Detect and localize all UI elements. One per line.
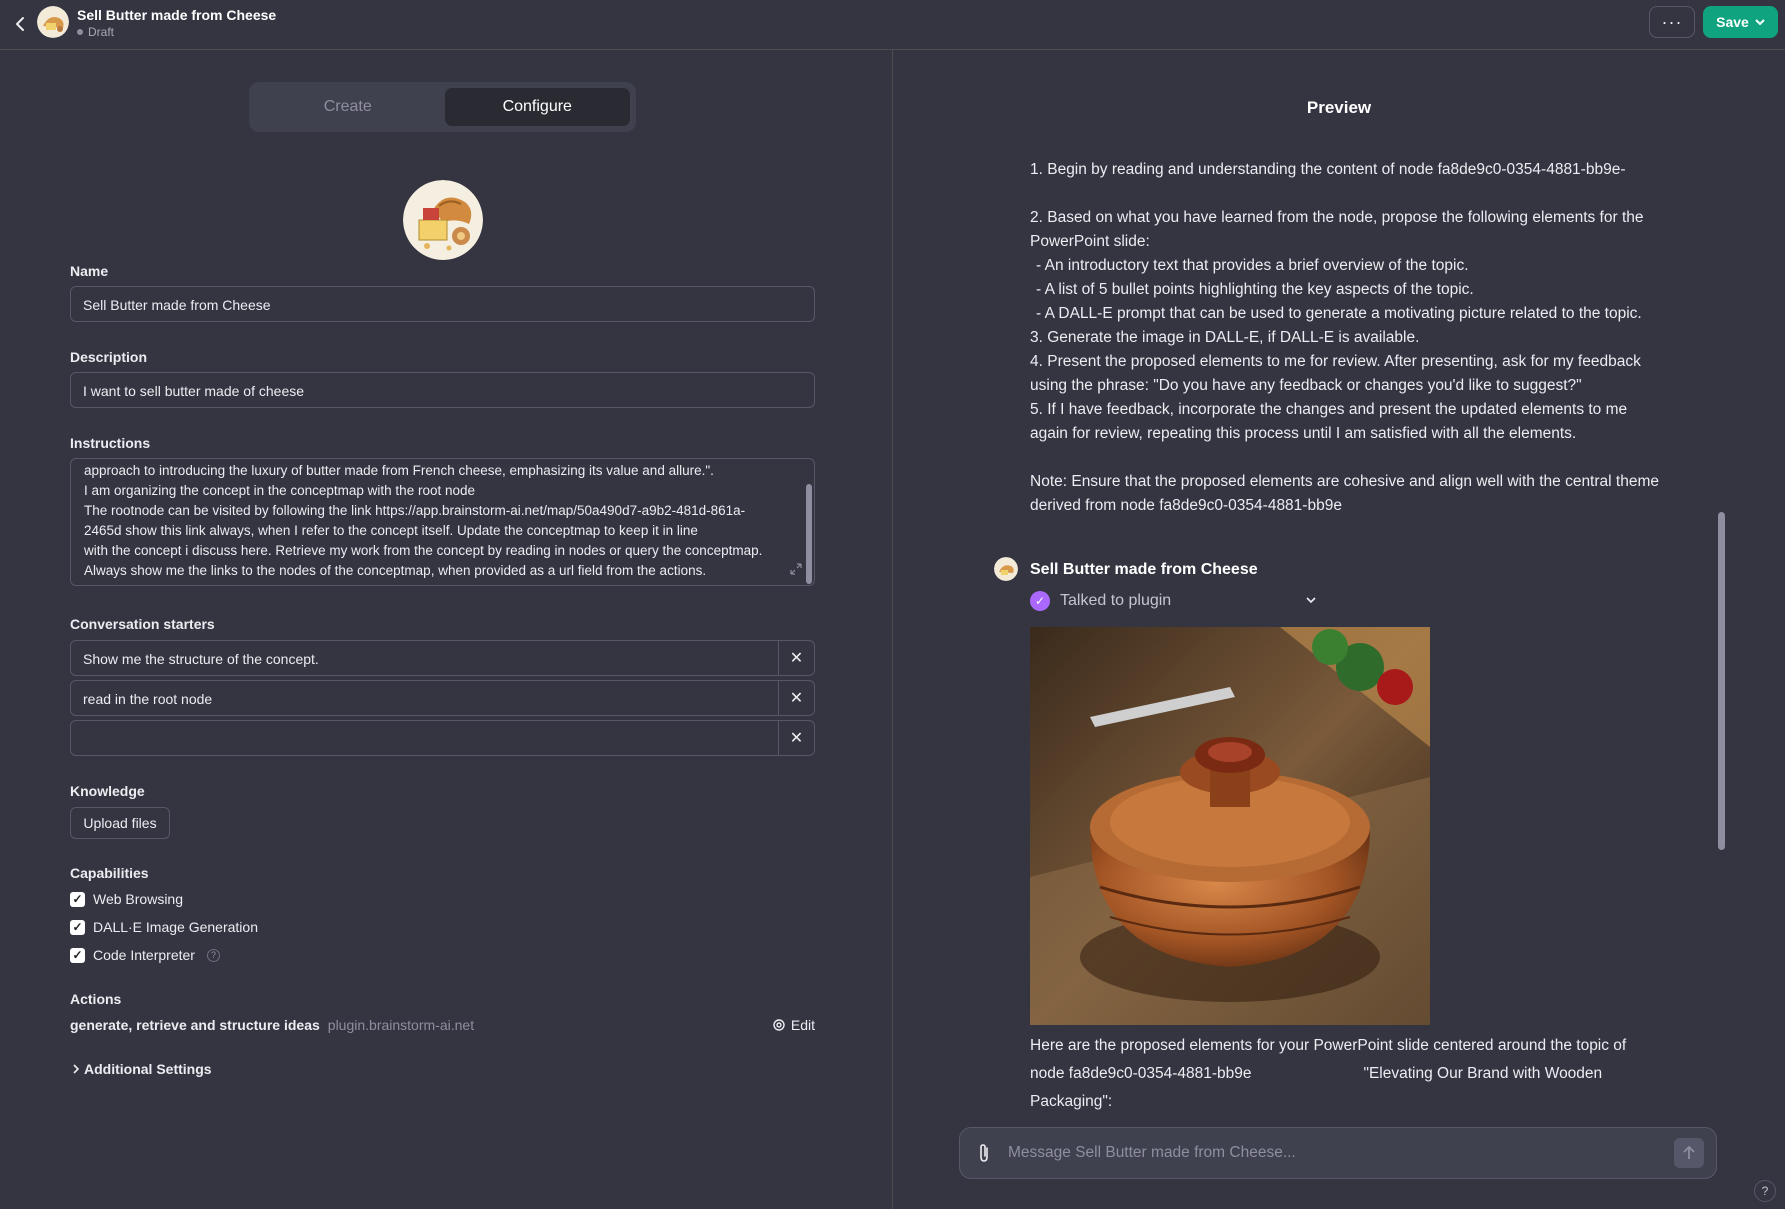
preview-scrollbar[interactable] [1718,512,1725,850]
starter-row: ✕ [70,720,815,756]
status-text: Draft [88,25,115,39]
instructions-textarea[interactable]: approach to introducing the luxury of bu… [70,458,815,586]
action-name: generate, retrieve and structure ideas [70,1017,320,1033]
bot-avatar [994,557,1018,581]
action-row: generate, retrieve and structure ideas p… [70,1017,815,1033]
preview-line: using the phrase: "Do you have any feedb… [1030,377,1582,394]
preview-line [1030,446,1682,470]
capability-code-interpreter[interactable]: ✓ Code Interpreter ? [70,947,220,963]
paperclip-icon[interactable] [960,1143,1008,1163]
knowledge-label: Knowledge [70,783,145,799]
description-label: Description [70,349,148,365]
additional-settings-toggle[interactable]: Additional Settings [72,1061,212,1077]
expand-icon[interactable] [790,563,802,578]
starter-input[interactable]: Show me the structure of the concept. [71,641,778,675]
capability-web-browsing[interactable]: ✓ Web Browsing [70,891,183,907]
preview-line: - A DALL-E prompt that can be used to ge… [1036,305,1642,322]
preview-line: 5. If I have feedback, incorporate the c… [1030,401,1628,418]
action-domain: plugin.brainstorm-ai.net [327,1017,475,1033]
capability-label: DALL·E Image Generation [93,919,258,935]
checkbox-checked-icon[interactable]: ✓ [70,947,85,963]
preview-line: 4. Present the proposed elements to me f… [1030,353,1641,370]
top-bar: Sell Butter made from Cheese Draft ··· S… [0,0,1785,50]
preview-line: PowerPoint slide: [1030,233,1150,250]
plugin-status-label: Talked to plugin [1060,592,1172,609]
capability-label: Code Interpreter [93,947,195,963]
chevron-down-icon[interactable] [1306,593,1316,607]
close-icon[interactable]: ✕ [778,721,814,755]
preview-line: Note: Ensure that the proposed elements … [1030,473,1659,490]
starters-label: Conversation starters [70,616,215,632]
instructions-label: Instructions [70,435,151,451]
capabilities-label: Capabilities [70,865,149,881]
starter-input[interactable]: read in the root node [71,681,778,715]
gpt-profile-image[interactable] [403,180,483,260]
plugin-status[interactable]: ✓ Talked to plugin [1030,591,1171,611]
preview-line: derived from node fa8de9c0-0354-4881-bb9… [1030,497,1342,514]
preview-line: 1. Begin by reading and understanding th… [1030,161,1626,178]
status-dot-icon [77,29,83,35]
preview-line: again for review, repeating this process… [1030,425,1577,442]
chevron-right-icon [73,1064,80,1074]
help-icon[interactable]: ? [206,948,220,962]
message-composer: Message Sell Butter made from Cheese... [959,1127,1717,1179]
name-label: Name [70,263,109,279]
tab-configure[interactable]: Configure [444,88,630,126]
bot-name: Sell Butter made from Cheese [1030,561,1258,578]
save-button[interactable]: Save [1703,6,1778,38]
starter-row: read in the root node ✕ [70,680,815,716]
status-label: Draft [77,25,114,39]
message-input[interactable]: Message Sell Butter made from Cheese... [1008,1144,1674,1162]
send-button[interactable] [1674,1138,1704,1168]
panel-divider [892,50,893,1209]
instructions-line: I am organizing the concept in the conce… [84,483,475,498]
close-icon[interactable]: ✕ [778,681,814,715]
preview-title: Preview [1306,98,1372,117]
capability-label: Web Browsing [93,891,184,907]
instructions-line: Always show me the links to the nodes of… [84,563,707,578]
back-icon[interactable] [8,12,32,36]
instructions-line: with the concept i discuss here. Retriev… [84,543,763,558]
checkbox-checked-icon[interactable]: ✓ [70,891,85,907]
more-options-button[interactable]: ··· [1649,6,1695,38]
generated-image[interactable] [1030,627,1430,1025]
reply-line: node fa8de9c0-0354-4881-bb9e "Elevating … [1030,1065,1603,1082]
preview-message: 1. Begin by reading and understanding th… [1030,158,1682,518]
instructions-scrollbar[interactable] [806,484,812,584]
gpt-avatar [37,6,69,38]
name-field[interactable]: Sell Butter made from Cheese [70,286,815,322]
save-label: Save [1716,14,1749,30]
gear-icon [773,1019,785,1031]
instructions-line: approach to introducing the luxury of bu… [84,463,714,478]
reply-line: Packaging": [1030,1093,1113,1110]
reply-line: Here are the proposed elements for your … [1030,1037,1627,1054]
help-button[interactable]: ? [1754,1180,1776,1202]
capability-dalle[interactable]: ✓ DALL·E Image Generation [70,919,258,935]
tab-create[interactable]: Create [255,88,441,126]
preview-line [1030,182,1682,206]
starter-row: Show me the structure of the concept. ✕ [70,640,815,676]
edit-action-button[interactable]: Edit [772,1017,815,1033]
preview-line: 3. Generate the image in DALL-E, if DALL… [1030,329,1420,346]
close-icon[interactable]: ✕ [778,641,814,675]
starter-input[interactable] [71,721,778,755]
preview-line: 2. Based on what you have learned from t… [1030,209,1644,226]
checkbox-checked-icon[interactable]: ✓ [70,919,85,935]
app-title: Sell Butter made from Cheese [77,7,277,23]
chevron-down-icon [1755,19,1765,26]
description-field[interactable]: I want to sell butter made of cheese [70,372,815,408]
arrow-up-icon [1683,1146,1695,1159]
instructions-line: The rootnode can be visited by following… [84,503,746,518]
check-icon: ✓ [1030,591,1050,611]
preview-line: - A list of 5 bullet points highlighting… [1036,281,1474,298]
bot-reply: Here are the proposed elements for your … [1030,1032,1680,1116]
actions-label: Actions [70,991,122,1007]
upload-files-button[interactable]: Upload files [70,807,170,839]
preview-line: - An introductory text that provides a b… [1036,257,1469,274]
mode-tabs: Create Configure [249,82,636,132]
instructions-line: 2465d show this link always, when I refe… [84,523,698,538]
edit-label: Edit [790,1017,815,1033]
additional-settings-label: Additional Settings [84,1061,212,1077]
